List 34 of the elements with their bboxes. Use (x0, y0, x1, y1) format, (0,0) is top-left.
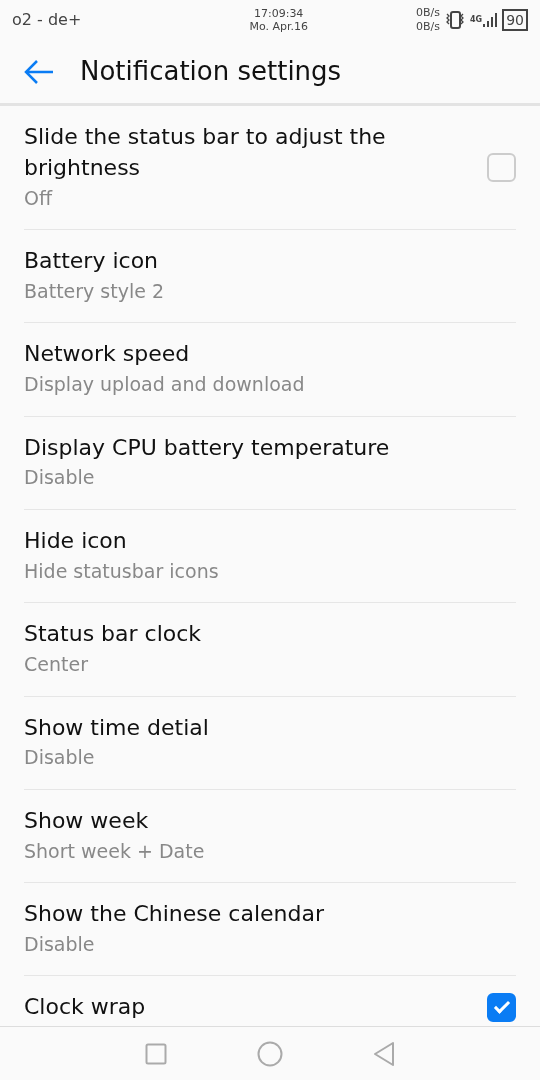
setting-title[interactable]: Status bar clock (24, 619, 516, 651)
setting-title[interactable]: Network speed (24, 339, 516, 371)
setting-title[interactable]: Display CPU battery temperature (24, 432, 516, 464)
upload-speed: 0B/s (416, 5, 441, 20)
setting-title[interactable]: Show time detial (24, 712, 516, 744)
battery-level: 90 (502, 9, 528, 31)
carrier-name: o2 - de+ (12, 9, 82, 31)
setting-summary: Disable (24, 465, 96, 491)
setting-summary: Disable (24, 745, 96, 771)
setting-title[interactable]: Hide icon (24, 526, 516, 557)
signal-icon (482, 12, 499, 28)
setting-summary: Short week + Date (24, 838, 206, 864)
setting-title[interactable]: Slide the status bar to adjust the brightness (24, 122, 471, 184)
setting-summary: Hide statusbar icons (24, 558, 220, 584)
back-arrow-icon[interactable] (24, 58, 54, 85)
date-text: Mo. Apr.16 (249, 20, 308, 34)
setting-summary: Off (24, 185, 54, 211)
recents-icon[interactable] (145, 1042, 167, 1065)
setting-title[interactable]: Show the Chinese calendar (24, 899, 516, 930)
page-title: Notification settings (80, 55, 342, 88)
setting-summary: Battery style 2 (24, 278, 166, 304)
checkbox[interactable] (487, 152, 516, 182)
setting-summary: Disable (24, 931, 96, 957)
download-speed: 0B/s (416, 20, 441, 35)
clock-time: 17:09:34 (252, 6, 305, 20)
back-icon[interactable] (373, 1040, 395, 1067)
setting-summary: Display upload and download (24, 372, 306, 398)
setting-title[interactable]: Show week (24, 805, 516, 837)
checkbox[interactable] (487, 993, 516, 1023)
setting-title[interactable]: Battery icon (24, 246, 516, 277)
network-type: 4G (470, 14, 483, 26)
home-icon[interactable] (257, 1040, 283, 1067)
setting-title[interactable]: Clock wrap (24, 992, 471, 1024)
setting-summary: Center (24, 652, 89, 678)
